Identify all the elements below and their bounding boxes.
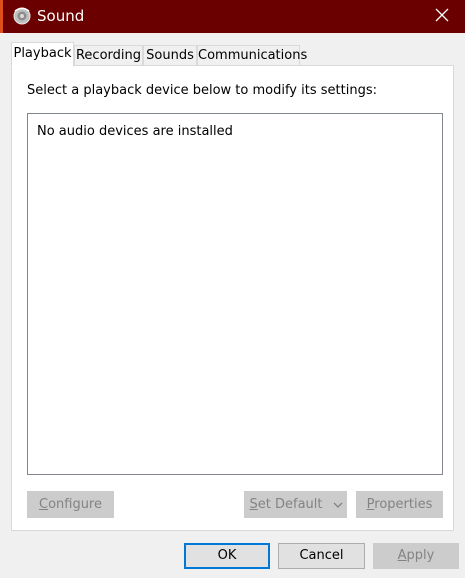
instruction-text: Select a playback device below to modify… [27, 83, 377, 98]
configure-mnemonic: C [38, 497, 49, 512]
apply-button[interactable]: Apply [373, 543, 459, 569]
title-accent [0, 0, 3, 33]
close-icon [435, 8, 449, 26]
speaker-icon [12, 6, 32, 26]
cancel-button[interactable]: Cancel [278, 543, 365, 569]
set-default-label: et Default [257, 497, 323, 512]
configure-button[interactable]: Configure [27, 491, 114, 518]
empty-message: No audio devices are installed [37, 124, 233, 139]
device-list[interactable]: No audio devices are installed [27, 113, 443, 475]
set-default-mnemonic: S [249, 497, 258, 512]
set-default-button[interactable]: Set Default [244, 491, 328, 518]
ok-button[interactable]: OK [184, 543, 270, 569]
sound-dialog: Sound Playback Recording Sounds Communic… [0, 0, 465, 578]
tab-sounds[interactable]: Sounds [143, 45, 197, 66]
properties-label: roperties [374, 497, 433, 512]
title-bar[interactable]: Sound [0, 0, 465, 33]
tab-recording[interactable]: Recording [74, 45, 143, 66]
window-title: Sound [37, 7, 85, 25]
apply-mnemonic: A [397, 548, 407, 563]
tab-playback[interactable]: Playback [11, 42, 74, 67]
chevron-down-icon [333, 497, 343, 512]
apply-label: pply [406, 548, 435, 563]
tab-communications[interactable]: Communications [197, 45, 307, 66]
set-default-dropdown-button[interactable] [328, 491, 347, 518]
configure-label: onfigure [48, 497, 102, 512]
close-button[interactable] [419, 0, 465, 33]
properties-button[interactable]: Properties [356, 491, 443, 518]
playback-panel: Select a playback device below to modify… [11, 65, 454, 531]
